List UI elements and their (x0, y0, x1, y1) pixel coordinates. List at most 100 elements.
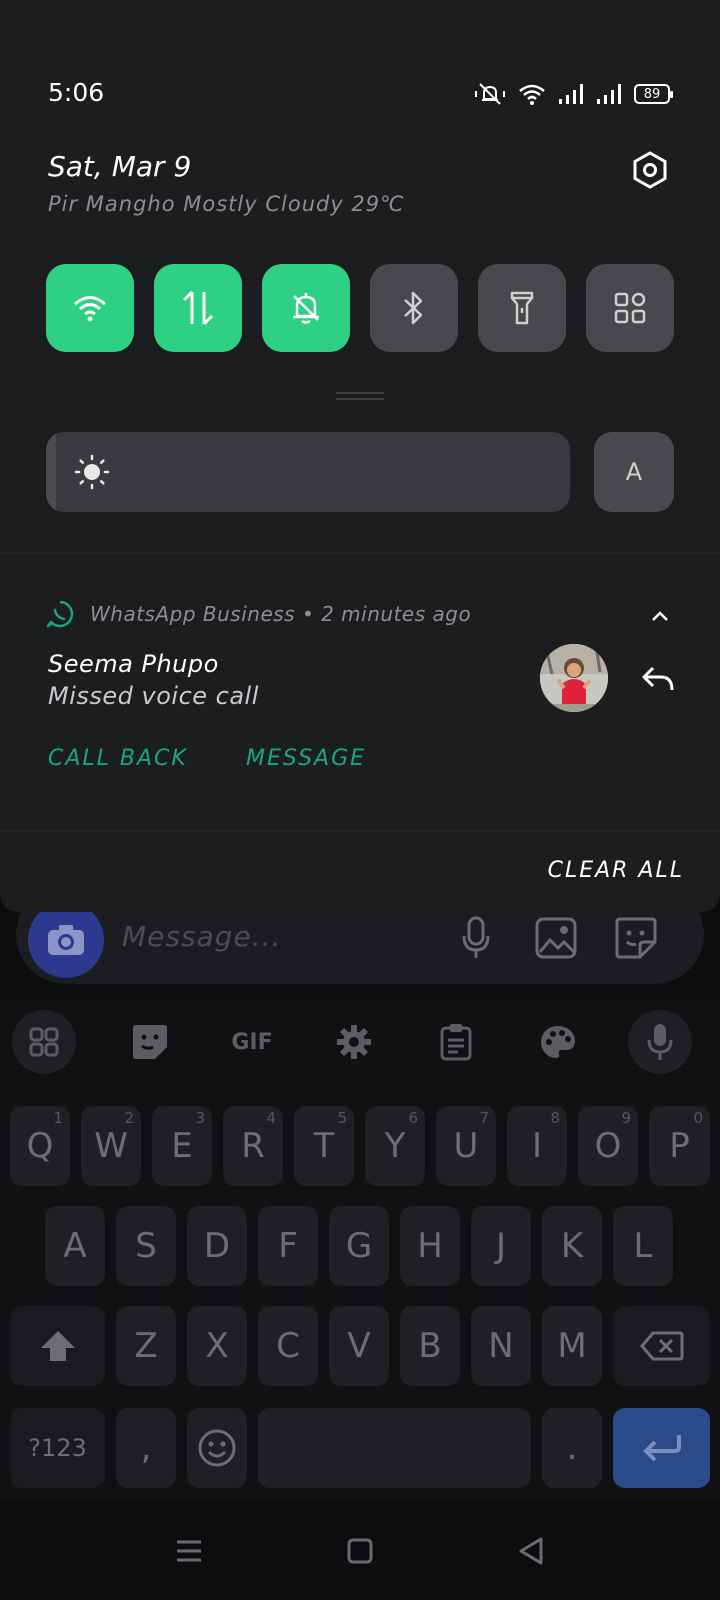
comma-key[interactable]: , (116, 1408, 176, 1488)
home-square-icon (347, 1538, 373, 1564)
key-f[interactable]: F (258, 1206, 318, 1286)
status-bar: 5:06 89 (0, 0, 720, 140)
period-key[interactable]: . (542, 1408, 602, 1488)
sticker-icon (615, 917, 657, 959)
palette-icon (541, 1026, 575, 1058)
key-s[interactable]: S (116, 1206, 176, 1286)
contact-avatar (540, 644, 608, 712)
mute-vibrate-icon (475, 83, 505, 105)
key-c[interactable]: C (258, 1306, 318, 1386)
keyboard-clipboard-button[interactable] (424, 1010, 488, 1074)
gallery-button[interactable] (532, 914, 580, 962)
message-input[interactable]: Message... (122, 920, 281, 953)
key-o[interactable]: O9 (578, 1106, 638, 1186)
keyboard-toolbar: GIF (0, 1000, 720, 1080)
tile-wifi[interactable] (46, 264, 134, 352)
recents-button[interactable] (172, 1534, 206, 1568)
tile-mute[interactable] (262, 264, 350, 352)
key-a[interactable]: A (45, 1206, 105, 1286)
key-y[interactable]: Y6 (365, 1106, 425, 1186)
key-l[interactable]: L (613, 1206, 673, 1286)
keyboard-gif-button[interactable]: GIF (220, 1010, 284, 1074)
key-j[interactable]: J (471, 1206, 531, 1286)
mic-icon (462, 916, 490, 958)
whatsapp-business-icon (46, 600, 74, 628)
key-n[interactable]: N (471, 1306, 531, 1386)
brightness-slider[interactable] (46, 432, 570, 512)
tile-mobile-data[interactable] (154, 264, 242, 352)
key-w[interactable]: W2 (81, 1106, 141, 1186)
back-button[interactable] (514, 1534, 548, 1568)
emoji-key[interactable] (187, 1408, 247, 1488)
key-h[interactable]: H (400, 1206, 460, 1286)
reply-button[interactable] (638, 660, 678, 696)
brightness-sun-icon (74, 454, 110, 490)
key-e[interactable]: E3 (152, 1106, 212, 1186)
collapse-button[interactable] (646, 602, 674, 630)
clipboard-icon (440, 1024, 472, 1061)
reply-icon (642, 666, 674, 691)
status-icons: 89 (474, 80, 673, 108)
space-key[interactable] (258, 1408, 531, 1488)
tile-bluetooth[interactable] (370, 264, 458, 352)
keyboard-voice-button[interactable] (628, 1010, 692, 1074)
drag-handle[interactable] (336, 392, 384, 400)
message-button[interactable]: MESSAGE (246, 746, 366, 771)
home-button[interactable] (343, 1534, 377, 1568)
signal-2-icon (597, 84, 621, 104)
wifi-icon (519, 84, 545, 105)
apps-icon (29, 1027, 59, 1057)
settings-button[interactable] (628, 148, 672, 192)
notification-app-line: WhatsApp Business • 2 minutes ago (90, 602, 472, 626)
data-arrows-icon (182, 290, 214, 326)
gear-icon (337, 1025, 371, 1059)
chevron-up-icon (652, 611, 668, 621)
key-b[interactable]: B (400, 1306, 460, 1386)
key-k[interactable]: K (542, 1206, 602, 1286)
grid-icon (614, 292, 646, 324)
keyboard-sticker-button[interactable] (118, 1010, 182, 1074)
divider (0, 830, 720, 832)
symbols-key[interactable]: ?123 (10, 1408, 105, 1488)
key-d[interactable]: D (187, 1206, 247, 1286)
whatsapp-notification[interactable]: WhatsApp Business • 2 minutes ago Seema … (0, 556, 720, 832)
enter-key[interactable] (613, 1408, 710, 1488)
mic-button[interactable] (452, 914, 500, 962)
wifi-icon (74, 296, 106, 322)
clear-all-button[interactable]: CLEAR ALL (548, 858, 684, 883)
key-u[interactable]: U7 (436, 1106, 496, 1186)
key-z[interactable]: Z (116, 1306, 176, 1386)
sticker-icon (133, 1025, 167, 1059)
key-r[interactable]: R4 (223, 1106, 283, 1186)
weather-label: Pir Mangho Mostly Cloudy 29℃ (48, 192, 405, 216)
key-t[interactable]: T5 (294, 1106, 354, 1186)
shift-icon (40, 1331, 75, 1361)
camera-button[interactable] (28, 902, 104, 978)
key-p[interactable]: P0 (649, 1106, 710, 1186)
notification-message: Missed voice call (48, 682, 259, 710)
navigation-bar (0, 1500, 720, 1600)
key-i[interactable]: I8 (507, 1106, 567, 1186)
backspace-key[interactable] (613, 1306, 710, 1386)
tile-more[interactable] (586, 264, 674, 352)
key-q[interactable]: Q1 (10, 1106, 70, 1186)
auto-brightness-button[interactable]: A (594, 432, 674, 512)
keyboard-apps-button[interactable] (12, 1010, 76, 1074)
tile-flashlight[interactable] (478, 264, 566, 352)
emoji-icon (198, 1429, 236, 1467)
avatar-photo (540, 644, 608, 712)
image-icon (535, 917, 577, 959)
shift-key[interactable] (10, 1306, 105, 1386)
date-label: Sat, Mar 9 (48, 150, 192, 183)
sticker-button[interactable] (612, 914, 660, 962)
key-g[interactable]: G (329, 1206, 389, 1286)
signal-1-icon (559, 84, 583, 104)
key-x[interactable]: X (187, 1306, 247, 1386)
key-v[interactable]: V (329, 1306, 389, 1386)
keyboard-settings-button[interactable] (322, 1010, 386, 1074)
key-m[interactable]: M (542, 1306, 602, 1386)
call-back-button[interactable]: CALL BACK (48, 746, 188, 771)
settings-hexagon-icon (633, 151, 667, 189)
keyboard-theme-button[interactable] (526, 1010, 590, 1074)
enter-icon (642, 1435, 681, 1462)
